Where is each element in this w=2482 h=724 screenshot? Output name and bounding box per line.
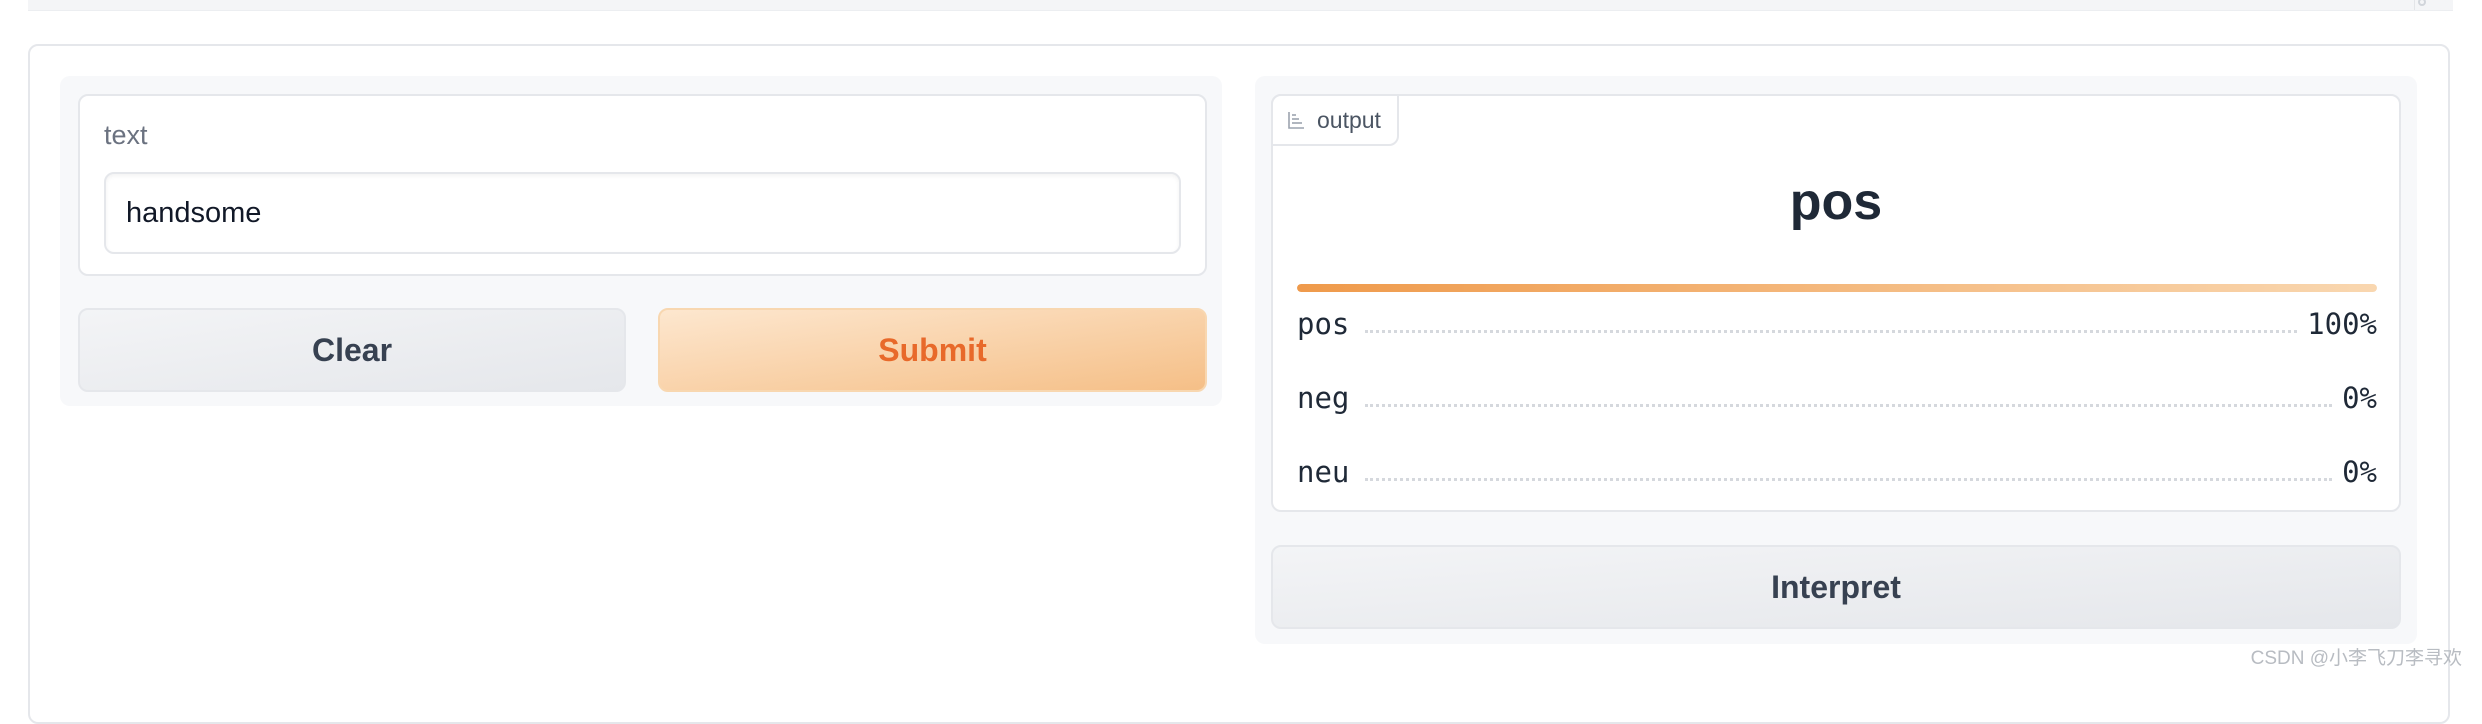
interpret-button[interactable]: Interpret bbox=[1271, 545, 2401, 629]
dotted-leader bbox=[1365, 403, 2333, 407]
confidence-label: pos bbox=[1297, 307, 1350, 341]
output-tab-label: output bbox=[1317, 106, 1381, 133]
confidence-row[interactable]: pos 100% bbox=[1297, 302, 2377, 346]
textbox-label: text bbox=[104, 120, 148, 150]
confidence-bar bbox=[1297, 284, 2377, 292]
confidence-label: neg bbox=[1297, 381, 1350, 415]
watermark: CSDN @小李飞刀李寻欢 bbox=[2250, 648, 2462, 669]
scrollbar[interactable] bbox=[2414, 0, 2431, 10]
submit-button[interactable]: Submit bbox=[658, 308, 1207, 392]
confidence-label: neu bbox=[1297, 455, 1350, 489]
scroll-knob-icon[interactable] bbox=[2418, 0, 2426, 6]
predicted-label: pos bbox=[1789, 173, 1883, 231]
confidence-bar-fill bbox=[1297, 284, 2377, 292]
confidence-row[interactable]: neg 0% bbox=[1297, 376, 2377, 420]
bar-chart-icon bbox=[1288, 112, 1304, 129]
confidence-row[interactable]: neu 0% bbox=[1297, 450, 2377, 494]
dotted-leader bbox=[1365, 477, 2333, 481]
output-tab: output bbox=[1271, 94, 1399, 146]
clear-button[interactable]: Clear bbox=[78, 308, 626, 392]
confidence-value: 0% bbox=[2342, 381, 2377, 415]
dotted-leader bbox=[1365, 329, 2298, 333]
top-strip bbox=[28, 0, 2453, 11]
label-output-component: output pos pos 100% neg 0% neu 0% bbox=[1271, 94, 2401, 512]
confidence-value: 100% bbox=[2307, 307, 2377, 341]
confidence-value: 0% bbox=[2342, 455, 2377, 489]
text-input[interactable] bbox=[104, 172, 1181, 254]
textbox-component: text bbox=[78, 94, 1207, 276]
